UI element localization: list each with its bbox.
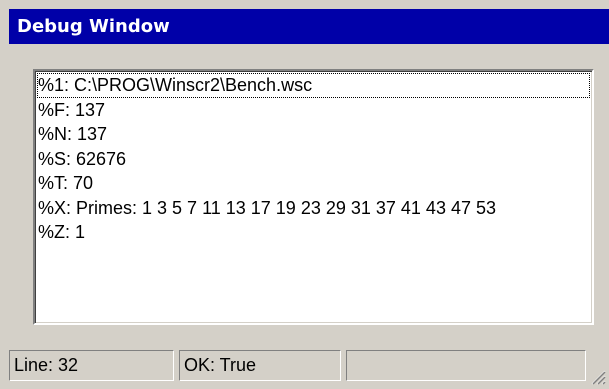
- window-title: Debug Window: [17, 16, 170, 37]
- resize-grip-icon[interactable]: [590, 369, 606, 385]
- debug-variables-listbox[interactable]: %1: C:\PROG\Winscr2\Bench.wsc %F: 137 %N…: [33, 69, 594, 325]
- status-empty-panel: [346, 350, 586, 381]
- window-client-area: %1: C:\PROG\Winscr2\Bench.wsc %F: 137 %N…: [9, 44, 609, 389]
- debug-window: Debug Window %1: C:\PROG\Winscr2\Bench.w…: [0, 0, 609, 389]
- status-ok-panel: OK: True: [179, 350, 341, 381]
- list-item[interactable]: %N: 137: [37, 122, 590, 147]
- list-item[interactable]: %X: Primes: 1 3 5 7 11 13 17 19 23 29 31…: [37, 196, 590, 221]
- status-bar: Line: 32 OK: True: [9, 347, 609, 389]
- status-line-panel: Line: 32: [9, 350, 174, 381]
- list-item[interactable]: %S: 62676: [37, 147, 590, 172]
- list-item[interactable]: %Z: 1: [37, 220, 590, 245]
- debug-variables-list: %1: C:\PROG\Winscr2\Bench.wsc %F: 137 %N…: [37, 73, 590, 245]
- list-item[interactable]: %F: 137: [37, 98, 590, 123]
- list-item[interactable]: %T: 70: [37, 171, 590, 196]
- list-item[interactable]: %1: C:\PROG\Winscr2\Bench.wsc: [37, 73, 590, 98]
- window-title-bar[interactable]: Debug Window: [9, 9, 609, 44]
